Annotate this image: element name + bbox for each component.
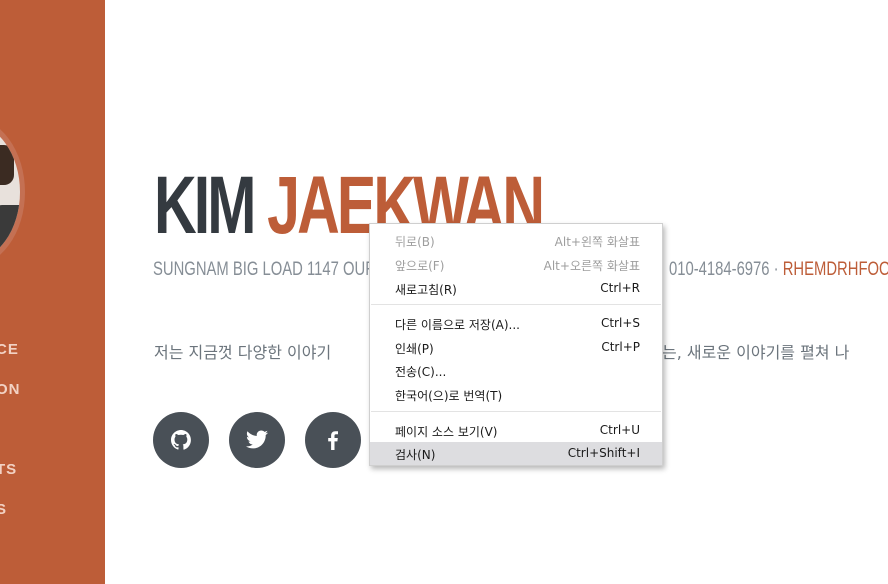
contact-line-right: 010-4184-6976 · RHEMDRHFOO — [669, 259, 888, 281]
menu-item-label: 새로고침(R) — [395, 283, 457, 297]
menu-divider — [371, 411, 661, 412]
menu-item-back[interactable]: 뒤로(B) Alt+왼쪽 화살표 — [370, 229, 662, 252]
twitter-link[interactable] — [229, 412, 285, 468]
menu-item-inspect[interactable]: 검사(N) Ctrl+Shift+I — [370, 442, 662, 465]
menu-item-shortcut: Alt+오른쪽 화살표 — [543, 259, 640, 273]
menu-item-shortcut: Ctrl+Shift+I — [567, 446, 640, 460]
menu-item-save-as[interactable]: 다른 이름으로 저장(A)... Ctrl+S — [370, 312, 662, 335]
menu-item-shortcut: Ctrl+R — [600, 281, 640, 295]
menu-item-label: 한국어(으)로 번역(T) — [395, 389, 503, 403]
menu-item-cast[interactable]: 전송(C)... — [370, 359, 662, 382]
email-link[interactable]: RHEMDRHFOO — [783, 259, 888, 280]
menu-item-label: 페이지 소스 보기(V) — [395, 425, 498, 439]
twitter-icon — [246, 430, 268, 449]
menu-item-shortcut: Ctrl+U — [599, 423, 640, 437]
menu-item-translate[interactable]: 한국어(으)로 번역(T) — [370, 383, 662, 406]
context-menu: 뒤로(B) Alt+왼쪽 화살표 앞으로(F) Alt+오른쪽 화살표 새로고침… — [369, 223, 663, 466]
github-icon — [171, 430, 191, 450]
intro-text-continued: 는, 새로운 이야기를 펼쳐 나 — [662, 343, 850, 362]
menu-item-label: 뒤로(B) — [395, 235, 435, 249]
menu-item-label: 앞으로(F) — [395, 259, 445, 273]
menu-item-label: 검사(N) — [395, 448, 436, 462]
menu-item-label: 전송(C)... — [395, 365, 447, 379]
menu-item-view-source[interactable]: 페이지 소스 보기(V) Ctrl+U — [370, 419, 662, 442]
contact-line: SUNGNAM BIG LOAD 1147 OURA — [153, 259, 386, 281]
avatar-face — [0, 145, 14, 185]
sidebar-item-education[interactable]: ON — [0, 381, 21, 398]
sidebar-item-awards[interactable]: S — [0, 501, 7, 518]
github-link[interactable] — [153, 412, 209, 468]
avatar-shirt — [0, 205, 20, 261]
facebook-link[interactable] — [305, 412, 361, 468]
sidebar-item-interests[interactable]: TS — [0, 461, 17, 478]
menu-item-forward[interactable]: 앞으로(F) Alt+오른쪽 화살표 — [370, 253, 662, 276]
menu-item-label: 인쇄(P) — [395, 342, 434, 356]
first-name: KIM — [154, 160, 256, 251]
menu-item-shortcut: Ctrl+P — [601, 340, 640, 354]
sidebar: CE ON TS S — [0, 0, 105, 584]
address: SUNGNAM BIG LOAD 1147 OURA — [153, 259, 386, 280]
menu-item-print[interactable]: 인쇄(P) Ctrl+P — [370, 336, 662, 359]
facebook-icon — [328, 431, 338, 450]
menu-item-label: 다른 이름으로 저장(A)... — [395, 318, 520, 332]
menu-divider — [371, 304, 661, 305]
menu-item-shortcut: Alt+왼쪽 화살표 — [554, 235, 640, 249]
menu-item-reload[interactable]: 새로고침(R) Ctrl+R — [370, 277, 662, 300]
sidebar-item-experience[interactable]: CE — [0, 341, 19, 358]
phone: 010-4184-6976 · — [669, 259, 779, 280]
menu-item-shortcut: Ctrl+S — [600, 316, 640, 330]
intro-text: 저는 지금껏 다양한 이야기 — [154, 343, 332, 362]
